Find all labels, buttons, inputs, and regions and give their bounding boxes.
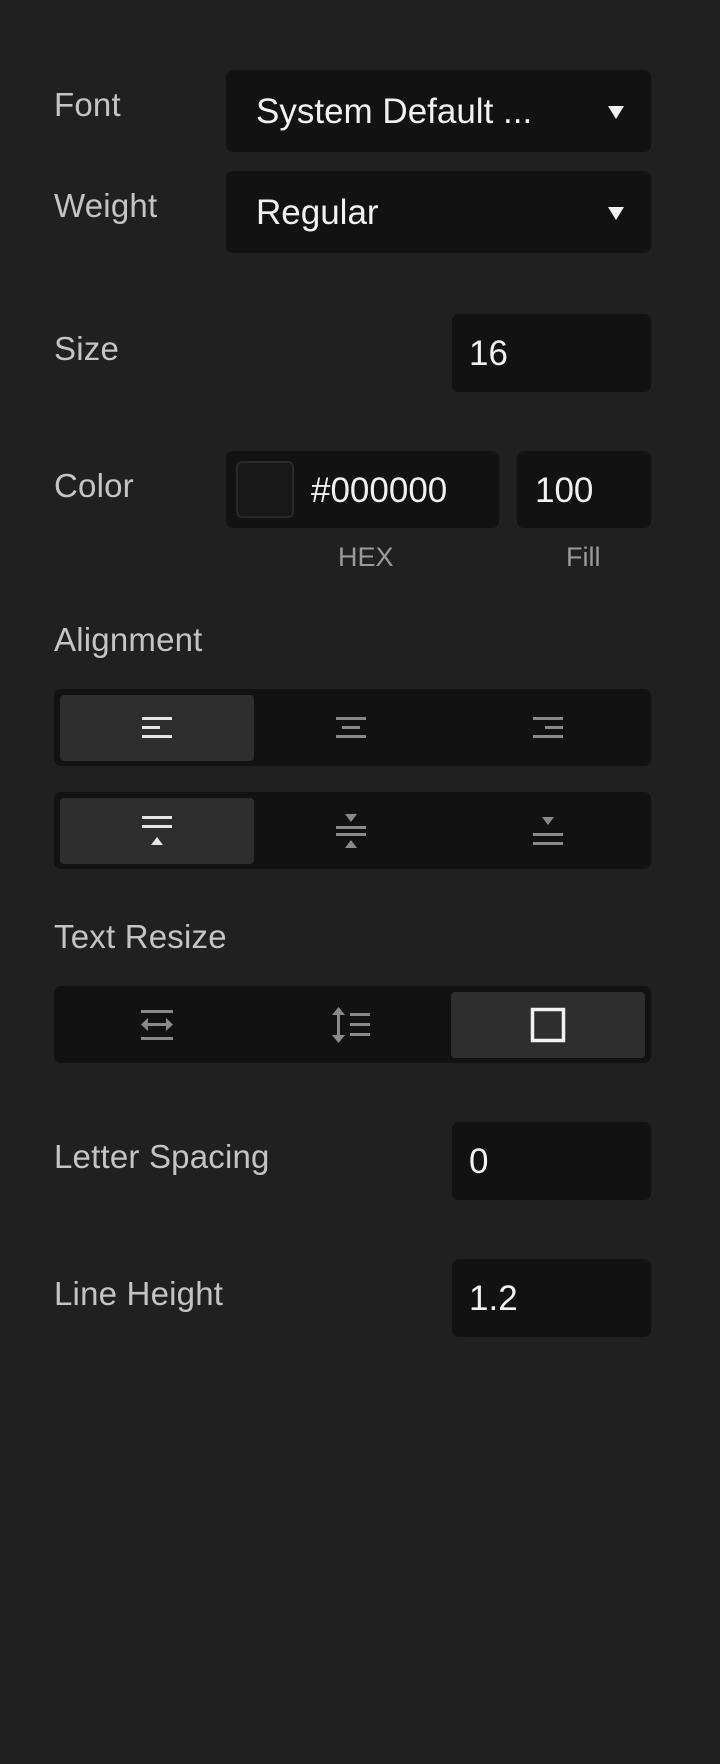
- chevron-down-icon: [608, 207, 624, 220]
- fixed-size-icon: [530, 1007, 566, 1043]
- horizontal-alignment-group: [54, 689, 651, 766]
- auto-height-button[interactable]: [254, 992, 448, 1058]
- align-left-button[interactable]: [60, 695, 254, 761]
- align-center-button[interactable]: [254, 695, 448, 761]
- fill-caption: Fill: [566, 542, 601, 572]
- hex-caption: HEX: [338, 542, 394, 572]
- align-left-icon: [142, 717, 172, 738]
- line-height-label: Line Height: [54, 1275, 224, 1312]
- fixed-size-button[interactable]: [451, 992, 645, 1058]
- align-bottom-icon: [533, 817, 563, 845]
- auto-height-icon: [332, 1007, 370, 1043]
- size-label: Size: [54, 330, 119, 367]
- align-right-icon: [533, 717, 563, 738]
- color-fill-value: 100: [535, 471, 594, 510]
- letter-spacing-label: Letter Spacing: [54, 1138, 270, 1175]
- auto-width-icon: [141, 1010, 173, 1040]
- weight-label: Weight: [54, 187, 158, 224]
- line-height-input[interactable]: 1.2: [452, 1259, 651, 1337]
- color-hex-input[interactable]: #000000: [226, 451, 499, 528]
- color-fill-input[interactable]: 100: [517, 451, 651, 528]
- size-value: 16: [469, 334, 508, 373]
- line-height-value: 1.2: [469, 1279, 518, 1318]
- align-top-button[interactable]: [60, 798, 254, 864]
- text-resize-label: Text Resize: [54, 918, 227, 955]
- font-value: System Default ...: [256, 92, 533, 131]
- color-swatch[interactable]: [236, 461, 294, 518]
- font-dropdown[interactable]: System Default ...: [226, 70, 651, 152]
- letter-spacing-input[interactable]: 0: [452, 1122, 651, 1200]
- text-resize-group: [54, 986, 651, 1063]
- align-bottom-button[interactable]: [451, 798, 645, 864]
- color-hex-value: #000000: [311, 471, 448, 510]
- letter-spacing-value: 0: [469, 1142, 489, 1181]
- font-label: Font: [54, 86, 121, 123]
- alignment-label: Alignment: [54, 621, 203, 658]
- align-top-icon: [142, 816, 172, 845]
- weight-dropdown[interactable]: Regular: [226, 171, 651, 253]
- size-input[interactable]: 16: [452, 314, 651, 392]
- align-right-button[interactable]: [451, 695, 645, 761]
- align-middle-icon: [336, 814, 366, 848]
- align-center-icon: [336, 717, 366, 738]
- align-middle-button[interactable]: [254, 798, 448, 864]
- vertical-alignment-group: [54, 792, 651, 869]
- color-label: Color: [54, 467, 134, 504]
- chevron-down-icon: [608, 106, 624, 119]
- weight-value: Regular: [256, 193, 379, 232]
- auto-width-button[interactable]: [60, 992, 254, 1058]
